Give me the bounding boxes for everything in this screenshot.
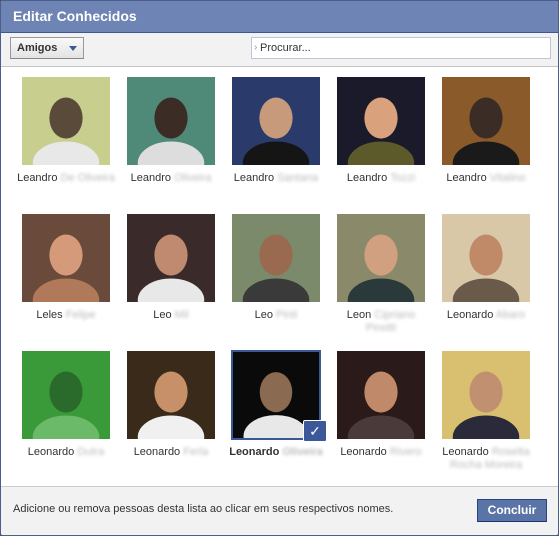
friend-photo (336, 76, 426, 185)
friend-last-name: Tozzi (390, 172, 416, 184)
friend-first-name: Leonardo (133, 446, 181, 458)
friend-first-name: Leonardo (446, 309, 494, 321)
dialog-title: Editar Conhecidos (1, 1, 558, 33)
friend-name: Leonardo Rivero (331, 446, 431, 459)
friends-grid: Leandro De Oliveira Leandro Oliveira Leand… (1, 68, 550, 486)
friend-first-name: Leo (254, 309, 273, 321)
friend-photo (126, 350, 216, 459)
filter-label: Amigos (17, 42, 58, 54)
search-box[interactable]: › (251, 37, 551, 59)
friend-first-name: Leles (36, 309, 63, 321)
friend-photo (441, 350, 531, 459)
friend-last-name: Mil (174, 309, 189, 321)
friend-tile[interactable]: Leonardo Rosetta Rocha Moreira (436, 342, 536, 471)
friend-last-name: Santana (277, 172, 319, 184)
friend-first-name: Leandro (233, 172, 275, 184)
friend-last-name: Abaro (495, 309, 526, 321)
friend-first-name: Leonardo (229, 446, 280, 458)
friend-photo (21, 76, 111, 185)
friend-first-name: Leandro (446, 172, 487, 184)
friend-tile[interactable]: Leandro De Oliveira (16, 68, 116, 193)
friend-photo (21, 213, 111, 322)
friend-tile[interactable]: Leon Cipriano Pinotti (331, 205, 431, 334)
friend-photo (231, 76, 321, 185)
friend-last-name: Ferla (183, 446, 209, 458)
friend-name: Leles Felipe (16, 309, 116, 322)
friend-tile[interactable]: Leandro Oliveira (121, 68, 221, 193)
chevron-down-icon (69, 46, 77, 51)
friend-photo (231, 213, 321, 322)
friend-tile[interactable]: Leo Pinti (226, 205, 326, 330)
friend-tile[interactable]: Leonardo Abaro (436, 205, 536, 330)
friend-tile[interactable]: Leandro Vitalino (436, 68, 536, 193)
friend-photo (441, 76, 531, 185)
friend-tile[interactable]: Leandro Tozzi (331, 68, 431, 193)
friend-first-name: Leandro (346, 172, 388, 184)
friend-tile[interactable]: ✓ Leonardo Oliveira (226, 342, 327, 467)
dialog-toolbar: Amigos › (1, 33, 558, 67)
scrollbar[interactable] (550, 68, 558, 486)
friend-name: Leandro Vitalino (436, 172, 536, 185)
friend-photo (336, 213, 426, 322)
friend-last-name: Vitalino (489, 172, 526, 184)
friend-last-name: Felipe (65, 309, 96, 321)
friend-name: Leandro Santana (226, 172, 326, 185)
friend-tile[interactable]: Leo Mil (121, 205, 221, 330)
friend-last-name: Pinti (276, 309, 298, 321)
checkmark-icon: ✓ (303, 420, 327, 442)
friend-photo (126, 213, 216, 322)
friend-last-name: Rivero (389, 446, 422, 458)
friend-name: Leonardo Abaro (436, 309, 536, 322)
friend-tile[interactable]: Leandro Santana (226, 68, 326, 193)
friend-photo (21, 350, 111, 459)
friend-tile[interactable]: Leles Felipe (16, 205, 116, 330)
friend-tile[interactable]: Leonardo Ferla (121, 342, 221, 467)
friend-first-name: Leonardo (340, 446, 387, 458)
friend-first-name: Leonardo (442, 446, 489, 458)
friend-last-name: Cipriano Pinotti (365, 309, 416, 334)
friend-first-name: Leo (153, 309, 172, 321)
friend-photo (441, 213, 531, 322)
friend-last-name: Oliveira (174, 172, 212, 184)
friend-name: Leonardo Dutra (16, 446, 116, 459)
friend-name: Leonardo Rosetta Rocha Moreira (436, 446, 536, 472)
footer-instructions: Adicione ou remova pessoas desta lista a… (13, 503, 394, 515)
friend-first-name: Leonardo (27, 446, 75, 458)
friend-first-name: Leandro (17, 172, 58, 184)
friend-name: Leo Mil (121, 309, 221, 322)
friend-name: Leo Pinti (226, 309, 326, 322)
done-button[interactable]: Concluir (477, 499, 547, 522)
friend-first-name: Leon (346, 309, 372, 321)
friend-name: Leonardo Oliveira (226, 446, 326, 459)
dialog-footer: Adicione ou remova pessoas desta lista a… (1, 486, 558, 535)
friend-last-name: De Oliveira (60, 172, 115, 184)
friend-photo (336, 350, 426, 459)
friend-last-name: Oliveira (282, 446, 323, 458)
friend-tile[interactable]: Leonardo Dutra (16, 342, 116, 467)
friend-photo (126, 76, 216, 185)
friend-name: Leandro Oliveira (121, 172, 221, 185)
friends-filter-dropdown[interactable]: Amigos (10, 37, 84, 59)
friend-first-name: Leandro (130, 172, 171, 184)
friend-name: Leon Cipriano Pinotti (331, 309, 431, 335)
search-input[interactable] (260, 39, 546, 57)
edit-acquaintances-dialog: Editar Conhecidos Amigos › Leandro De Ol… (0, 0, 559, 536)
friend-last-name: Dutra (77, 446, 105, 458)
friend-name: Leonardo Ferla (121, 446, 221, 459)
friend-tile[interactable]: Leonardo Rivero (331, 342, 431, 467)
friend-name: Leandro Tozzi (331, 172, 431, 185)
friend-name: Leandro De Oliveira (16, 172, 116, 185)
